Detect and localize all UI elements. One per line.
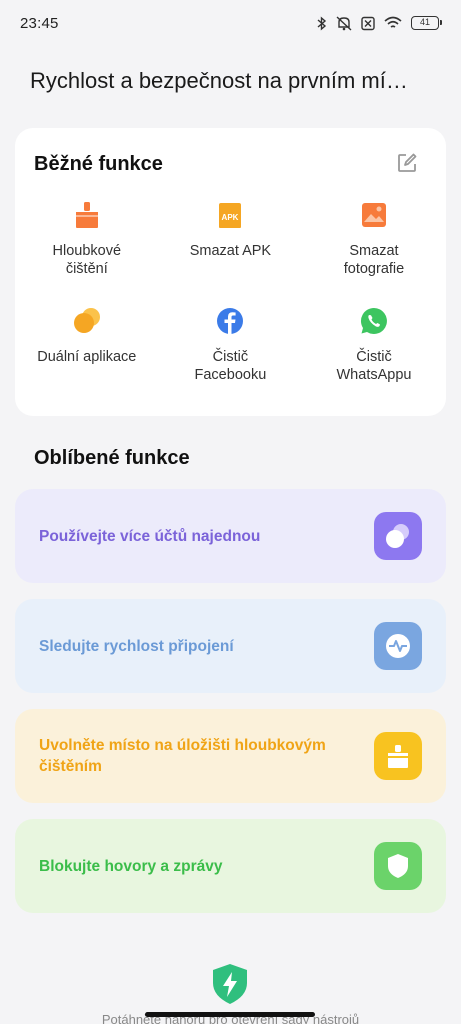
tools-grid: Hloubkové čištění APK Smazat APK Smazat … xyxy=(15,200,446,412)
feature-block-calls[interactable]: Blokujte hovory a zprávy xyxy=(15,819,446,913)
security-shield-icon[interactable] xyxy=(210,963,250,1005)
tool-label: Smazat fotografie xyxy=(343,243,405,277)
status-icons: 41 xyxy=(317,15,442,31)
tool-dual-apps[interactable]: Duální aplikace xyxy=(15,306,159,412)
tool-label: Čistič WhatsAppu xyxy=(336,349,412,383)
dual-apps-icon xyxy=(374,512,422,560)
apk-icon: APK xyxy=(219,203,242,228)
speed-monitor-icon xyxy=(374,622,422,670)
tool-label: Čistič Facebooku xyxy=(194,349,267,383)
common-functions-title: Běžné funkce xyxy=(34,153,163,175)
status-time: 23:45 xyxy=(20,14,59,32)
broom-icon xyxy=(75,202,98,228)
tool-deep-clean[interactable]: Hloubkové čištění xyxy=(15,200,159,306)
feature-deep-clean-storage[interactable]: Uvolněte místo na úložišti hloubkovým či… xyxy=(15,709,446,803)
feature-label: Sledujte rychlost připojení xyxy=(39,637,234,655)
tool-label: Hloubkové čištění xyxy=(52,243,122,277)
status-bar: 23:45 41 xyxy=(0,0,461,46)
block-shield-icon xyxy=(374,842,422,890)
feature-label: Blokujte hovory a zprávy xyxy=(39,857,223,875)
dual-apps-icon xyxy=(73,308,100,333)
common-functions-card: Běžné funkce Hloubkové čištění APK Smaza… xyxy=(15,128,446,416)
svg-text:APK: APK xyxy=(222,213,239,222)
tool-facebook-cleaner[interactable]: Čistič Facebooku xyxy=(159,306,303,412)
tool-whatsapp-cleaner[interactable]: Čistič WhatsAppu xyxy=(302,306,446,412)
feature-label: Uvolněte místo na úložišti hloubkovým či… xyxy=(39,737,326,775)
sim-off-icon xyxy=(361,16,375,30)
tool-delete-apk[interactable]: APK Smazat APK xyxy=(159,200,303,306)
feature-multiple-accounts[interactable]: Používejte více účtů najednou xyxy=(15,489,446,583)
photo-icon xyxy=(361,203,386,227)
feature-label: Používejte více účtů najednou xyxy=(39,527,261,545)
wifi-icon xyxy=(384,16,402,28)
feature-connection-speed[interactable]: Sledujte rychlost připojení xyxy=(15,599,446,693)
tool-label: Duální aplikace xyxy=(37,349,137,365)
tool-label: Smazat APK xyxy=(189,243,272,259)
edit-icon[interactable] xyxy=(396,152,418,174)
tool-delete-photos[interactable]: Smazat fotografie xyxy=(302,200,446,306)
home-indicator[interactable] xyxy=(145,1012,315,1017)
whatsapp-icon xyxy=(360,307,387,334)
bluetooth-icon xyxy=(317,15,327,31)
mute-icon xyxy=(336,15,352,31)
facebook-icon xyxy=(217,308,244,334)
cleaner-icon xyxy=(374,732,422,780)
favorites-title: Oblíbené funkce xyxy=(34,447,190,469)
page-title: Rychlost a bezpečnost na prvním mí… xyxy=(30,68,408,93)
battery-icon: 41 xyxy=(411,16,442,30)
